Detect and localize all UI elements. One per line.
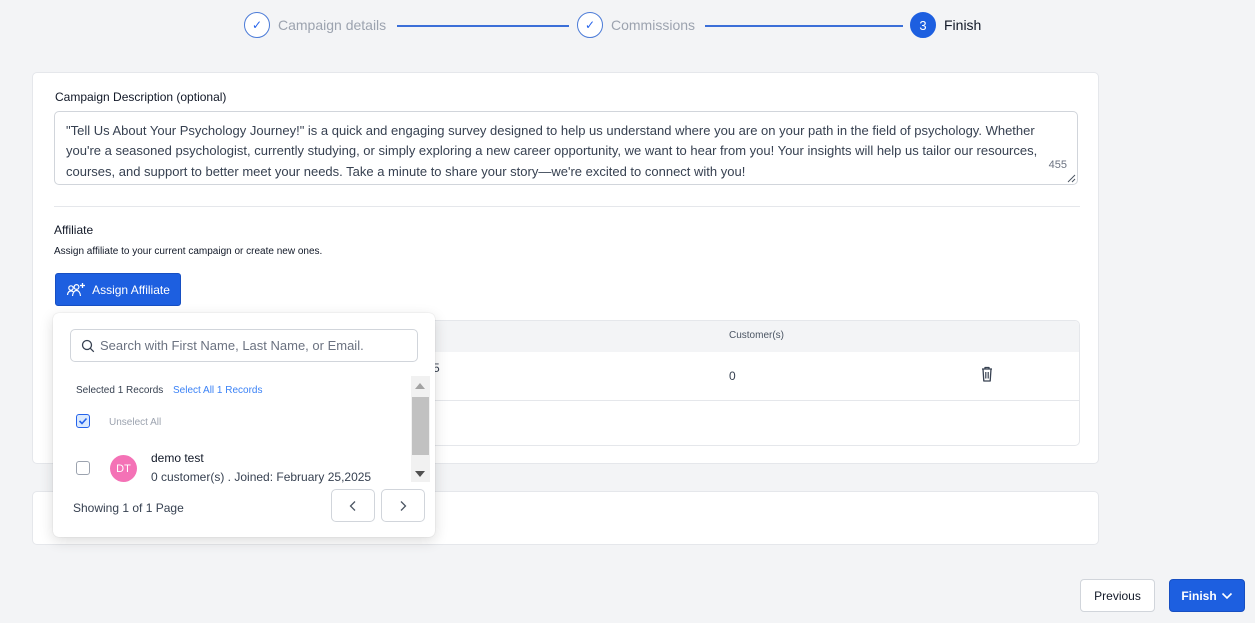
- affiliate-checkbox[interactable]: [76, 461, 90, 475]
- chevron-down-icon: [1221, 592, 1232, 599]
- assign-affiliate-dropdown: Selected 1 Records Select All 1 Records …: [53, 313, 435, 537]
- char-count: 455: [1048, 158, 1067, 171]
- previous-button[interactable]: Previous: [1080, 579, 1155, 612]
- resize-grip-icon[interactable]: [1067, 174, 1076, 183]
- assign-affiliate-button[interactable]: Assign Affiliate: [55, 273, 181, 306]
- unselect-all-label[interactable]: Unselect All: [109, 417, 161, 428]
- description-text: "Tell Us About Your Psychology Journey!"…: [66, 123, 1038, 179]
- affiliate-meta: 0 customer(s) . Joined: February 25,2025: [151, 470, 372, 484]
- affiliate-list: Selected 1 Records Select All 1 Records …: [53, 376, 431, 484]
- prev-page-button[interactable]: [331, 489, 375, 522]
- scroll-down-icon[interactable]: [415, 471, 425, 477]
- step-connector: [705, 25, 903, 27]
- search-input[interactable]: [100, 338, 417, 353]
- column-header-customers: Customer(s): [729, 330, 785, 341]
- scroll-thumb[interactable]: [412, 397, 429, 455]
- affiliate-title: Affiliate: [54, 223, 94, 237]
- section-divider: [54, 206, 1080, 207]
- users-plus-icon: [66, 283, 86, 297]
- step-commissions[interactable]: ✓ Commissions: [577, 12, 695, 38]
- scroll-up-icon[interactable]: [415, 383, 425, 389]
- unselect-all-checkbox[interactable]: [76, 414, 90, 428]
- step-number: 3: [910, 12, 936, 38]
- list-scrollbar[interactable]: [411, 376, 430, 482]
- affiliate-subtitle: Assign affiliate to your current campaig…: [54, 246, 323, 257]
- checkmark-icon: [78, 417, 88, 425]
- description-label: Campaign Description (optional): [55, 90, 227, 104]
- step-connector: [397, 25, 569, 27]
- affiliate-name[interactable]: demo test: [151, 451, 204, 465]
- select-all-link[interactable]: Select All 1 Records: [173, 385, 263, 396]
- progress-stepper: ✓ Campaign details ✓ Commissions 3 Finis…: [244, 12, 984, 40]
- step-campaign-details[interactable]: ✓ Campaign details: [244, 12, 386, 38]
- pagination-text: Showing 1 of 1 Page: [73, 501, 184, 515]
- selected-count: Selected 1 Records: [76, 385, 164, 396]
- step-finish[interactable]: 3 Finish: [910, 12, 981, 38]
- avatar: DT: [110, 455, 137, 482]
- check-icon: ✓: [244, 12, 270, 38]
- search-icon: [81, 339, 95, 352]
- finish-button[interactable]: Finish: [1169, 579, 1245, 612]
- next-page-button[interactable]: [381, 489, 425, 522]
- step-label: Campaign details: [278, 17, 387, 33]
- trash-icon[interactable]: [979, 365, 995, 383]
- cell-customers: 0: [729, 369, 736, 383]
- chevron-left-icon: [349, 500, 356, 511]
- chevron-right-icon: [400, 500, 407, 511]
- check-icon: ✓: [577, 12, 603, 38]
- step-label: Commissions: [611, 17, 696, 33]
- step-label: Finish: [944, 17, 982, 33]
- description-textarea[interactable]: "Tell Us About Your Psychology Journey!"…: [54, 111, 1078, 185]
- finish-label: Finish: [1181, 588, 1217, 603]
- search-field[interactable]: [70, 329, 418, 362]
- assign-affiliate-label: Assign Affiliate: [92, 282, 170, 297]
